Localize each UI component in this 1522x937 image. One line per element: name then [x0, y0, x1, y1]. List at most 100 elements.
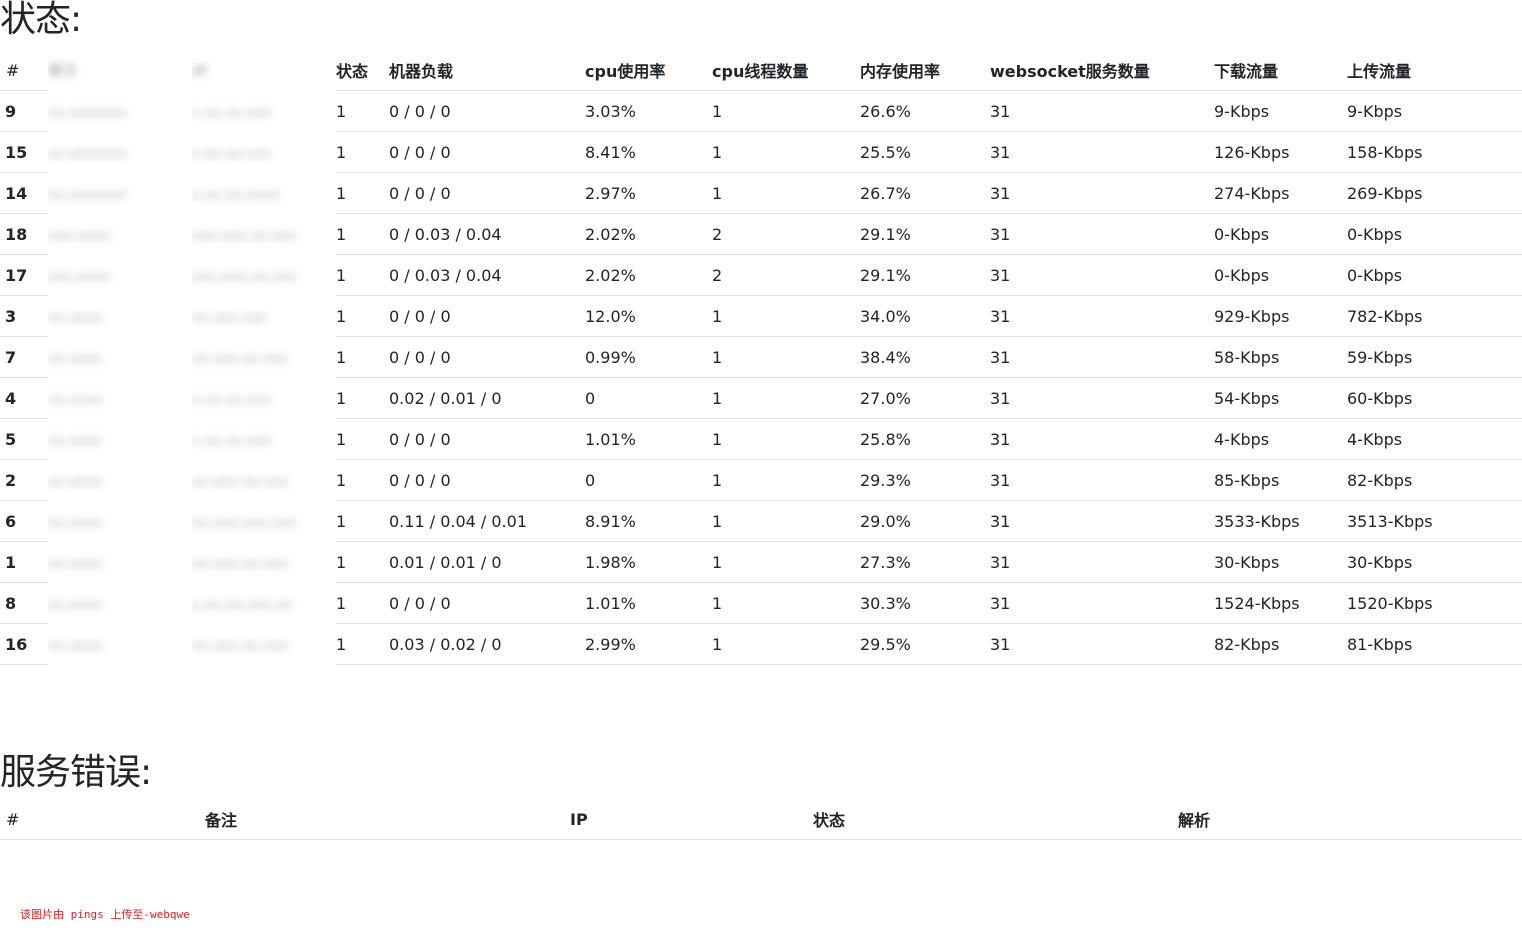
- errors-header-state: 状态: [813, 799, 1178, 840]
- cell-note-blurred: xx.xxxx: [48, 596, 103, 613]
- cell-cpu: 2.97%: [585, 172, 712, 214]
- cell-state: 1: [336, 295, 389, 337]
- cell-load: 0.01 / 0.01 / 0: [389, 541, 585, 583]
- cell-ip-blurred: x.xx.xx.xxx: [192, 432, 272, 449]
- cell-id: 3: [0, 295, 48, 337]
- cell-note: xx.xxxx: [48, 501, 192, 542]
- status-table-body: 9 xx.xxxxxxx x.xx.xx.xxx 1 0 / 0 / 0 3.03% 1 26…: [0, 90, 1522, 665]
- cell-ip-blurred: xxx.xxx.xx.xxx: [192, 227, 297, 244]
- cell-note: xx.xxxxxxx: [48, 91, 192, 132]
- cell-load: 0 / 0 / 0: [389, 90, 585, 132]
- table-row: 17 xxx.xxxx xxx.xxx.xx.xxx 1 0 / 0.03 / 0.04…: [0, 254, 1522, 296]
- cell-note: xx.xxxx: [48, 460, 192, 501]
- cell-mem: 27.0%: [860, 377, 990, 419]
- cell-load: 0.02 / 0.01 / 0: [389, 377, 585, 419]
- cell-load: 0 / 0 / 0: [389, 582, 585, 624]
- cell-id: 15: [0, 131, 48, 173]
- cell-download: 54-Kbps: [1214, 377, 1347, 419]
- header-state: 状态: [336, 50, 389, 91]
- cell-note: xx.xxxx: [48, 583, 192, 624]
- cell-mem: 27.3%: [860, 541, 990, 583]
- status-section-title: 状态:: [0, 0, 82, 40]
- cell-download: 82-Kbps: [1214, 623, 1347, 665]
- cell-websocket: 31: [990, 90, 1214, 132]
- cell-note: xx.xxxx: [48, 624, 192, 665]
- cell-load: 0 / 0.03 / 0.04: [389, 254, 585, 296]
- header-cpu: cpu使用率: [585, 50, 712, 91]
- cell-id: 7: [0, 336, 48, 378]
- header-note: 备注: [48, 50, 192, 91]
- cell-upload: 81-Kbps: [1347, 623, 1522, 665]
- cell-upload: 3513-Kbps: [1347, 500, 1522, 542]
- cell-note-blurred: xx.xxxx: [48, 514, 103, 531]
- cell-upload: 782-Kbps: [1347, 295, 1522, 337]
- cell-threads: 1: [712, 295, 860, 337]
- cell-id: 16: [0, 623, 48, 665]
- cell-note: xx.xxxxxxx: [48, 132, 192, 173]
- cell-load: 0 / 0 / 0: [389, 131, 585, 173]
- cell-threads: 1: [712, 418, 860, 460]
- cell-note-blurred: xx.xxxx: [48, 432, 103, 449]
- cell-ip: xx.xxx.xx.xxx: [192, 337, 336, 378]
- cell-ip: x.xx.xx.xxx: [192, 91, 336, 132]
- errors-table-header-row: # 备注 IP 状态 解析: [0, 799, 1522, 840]
- cell-mem: 38.4%: [860, 336, 990, 378]
- header-ip: IP: [192, 50, 336, 91]
- table-row: 1 xx.xxxx xx.xxx.xx.xxx 1 0.01 / 0.01 / 0 1.9…: [0, 541, 1522, 583]
- cell-threads: 1: [712, 541, 860, 583]
- cell-websocket: 31: [990, 172, 1214, 214]
- cell-ip: xx.xxx.xx.xxx: [192, 542, 336, 583]
- cell-threads: 1: [712, 377, 860, 419]
- table-row: 4 xx.xxxx x.xx.xx.xxx 1 0.02 / 0.01 / 0 0 1 27.…: [0, 377, 1522, 419]
- table-row: 3 xx.xxxx xx.xxx.xxx 1 0 / 0 / 0 12.0% 1 34.0% 3…: [0, 295, 1522, 337]
- cell-cpu: 0: [585, 459, 712, 501]
- cell-websocket: 31: [990, 500, 1214, 542]
- cell-upload: 59-Kbps: [1347, 336, 1522, 378]
- cell-websocket: 31: [990, 623, 1214, 665]
- cell-websocket: 31: [990, 459, 1214, 501]
- cell-ip: xxx.xxx.xx.xxx: [192, 255, 336, 296]
- errors-section-title: 服务错误:: [0, 752, 152, 793]
- cell-ip: x.xx.xx.xxxx: [192, 173, 336, 214]
- cell-note: xx.xxxx: [48, 378, 192, 419]
- cell-websocket: 31: [990, 377, 1214, 419]
- cell-upload: 4-Kbps: [1347, 418, 1522, 460]
- cell-note-blurred: xx.xxxx: [48, 555, 103, 572]
- cell-cpu: 1.01%: [585, 418, 712, 460]
- table-row: 18 xxx.xxxx xxx.xxx.xx.xxx 1 0 / 0.03 / 0.04…: [0, 213, 1522, 255]
- table-row: 8 xx.xxxx x.xx.xx.xxx.xx 1 0 / 0 / 0 1.01% 1 30…: [0, 582, 1522, 624]
- header-upload: 上传流量: [1347, 50, 1522, 91]
- cell-threads: 1: [712, 623, 860, 665]
- cell-ip-blurred: xx.xxx.xxx: [192, 309, 268, 326]
- cell-note: xx.xxxx: [48, 542, 192, 583]
- table-row: 16 xx.xxxx xx.xxx.xx.xxx 1 0.03 / 0.02 / 0 2.…: [0, 623, 1522, 665]
- cell-cpu: 2.02%: [585, 254, 712, 296]
- cell-state: 1: [336, 377, 389, 419]
- cell-mem: 25.5%: [860, 131, 990, 173]
- cell-load: 0 / 0.03 / 0.04: [389, 213, 585, 255]
- cell-ip-blurred: x.xx.xx.xxx: [192, 104, 272, 121]
- cell-load: 0.11 / 0.04 / 0.01: [389, 500, 585, 542]
- errors-table: # 备注 IP 状态 解析: [0, 799, 1522, 840]
- cell-load: 0 / 0 / 0: [389, 418, 585, 460]
- cell-note: xx.xxxxxxx: [48, 173, 192, 214]
- cell-threads: 2: [712, 213, 860, 255]
- cell-id: 14: [0, 172, 48, 214]
- cell-cpu: 8.91%: [585, 500, 712, 542]
- cell-mem: 29.3%: [860, 459, 990, 501]
- header-note-blurred: 备注: [48, 63, 76, 80]
- cell-ip: xx.xxx.xxx: [192, 296, 336, 337]
- cell-download: 126-Kbps: [1214, 131, 1347, 173]
- header-hash: #: [0, 50, 48, 91]
- cell-note-blurred: xx.xxxxxxx: [48, 145, 128, 162]
- status-table: # 备注 IP 状态 机器负载 cpu使用率 cpu线程数量 内存使用率 web…: [0, 50, 1522, 665]
- page: 状态: # 备注 IP 状态 机器负载 cpu使用率 cpu线程数量 内存使用率…: [0, 0, 1522, 937]
- cell-load: 0 / 0 / 0: [389, 459, 585, 501]
- cell-ip-blurred: xx.xxx.xx.xxx: [192, 555, 289, 572]
- cell-state: 1: [336, 500, 389, 542]
- cell-threads: 1: [712, 500, 860, 542]
- cell-mem: 30.3%: [860, 582, 990, 624]
- cell-state: 1: [336, 623, 389, 665]
- cell-download: 85-Kbps: [1214, 459, 1347, 501]
- cell-state: 1: [336, 459, 389, 501]
